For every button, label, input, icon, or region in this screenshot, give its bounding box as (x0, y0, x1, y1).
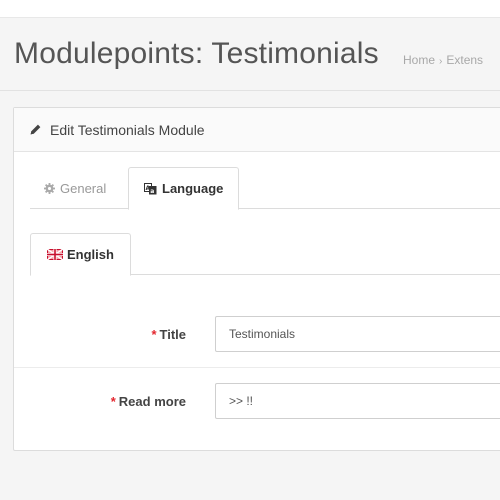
pencil-icon (30, 124, 41, 135)
form-row-read-more: * Read more (14, 367, 500, 435)
module-tabs: General A a Language (30, 167, 500, 210)
language-tabs: English (30, 233, 500, 276)
form-row-title: * Title (14, 300, 500, 368)
tab-language[interactable]: A a Language (128, 167, 239, 210)
tab-general-label: General (60, 180, 107, 196)
title-label-text: Title (159, 327, 187, 342)
title-input[interactable] (215, 316, 500, 352)
language-tab-english[interactable]: English (30, 233, 131, 276)
breadcrumb-home-link[interactable]: Home (403, 53, 435, 67)
page-title: Modulepoints: Testimonials (14, 37, 379, 70)
breadcrumb-extensions-link[interactable]: Extens (446, 53, 483, 67)
edit-module-panel: Edit Testimonials Module General A a Lan… (13, 107, 500, 451)
tab-general[interactable]: General (30, 167, 120, 209)
read-more-input[interactable] (215, 383, 500, 419)
language-icon: A a (144, 182, 157, 195)
panel-title: Edit Testimonials Module (50, 121, 205, 138)
read-more-label: * Read more (111, 394, 186, 409)
svg-text:a: a (150, 188, 154, 195)
breadcrumb: Home › Extens (403, 53, 483, 67)
required-marker: * (151, 327, 157, 342)
page-header: Modulepoints: Testimonials Home › Extens (0, 19, 500, 91)
language-tab-english-label: English (67, 247, 114, 262)
breadcrumb-separator: › (439, 56, 443, 67)
cog-icon (44, 182, 55, 194)
required-marker: * (110, 394, 116, 409)
flag-uk-icon (47, 249, 63, 260)
panel-heading: Edit Testimonials Module (14, 108, 500, 152)
title-label: * Title (151, 327, 186, 342)
top-bar (0, 0, 500, 18)
read-more-label-text: Read more (118, 394, 186, 409)
tab-language-label: Language (162, 181, 224, 196)
